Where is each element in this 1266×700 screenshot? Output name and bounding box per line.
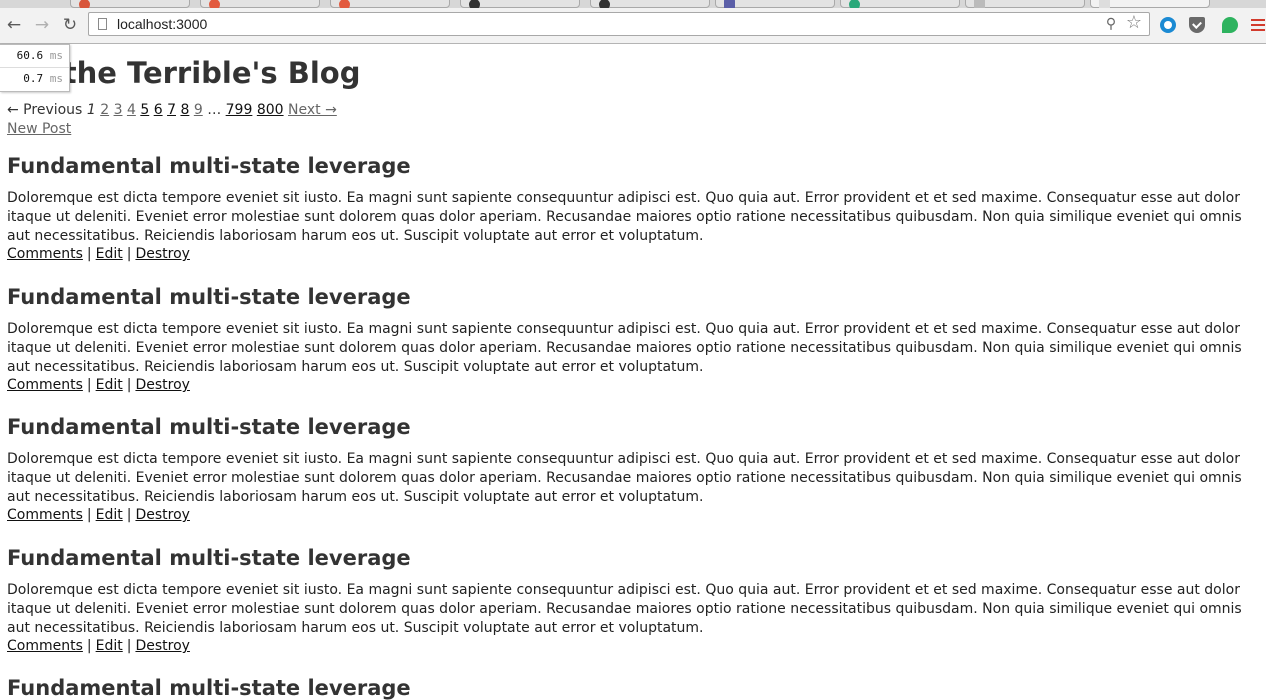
perf-value: 60.6	[16, 49, 44, 62]
back-arrow-icon[interactable]: ←	[4, 14, 24, 36]
separator: |	[86, 507, 92, 523]
perf-row: 0.7 ms	[0, 68, 69, 90]
new-post-link[interactable]: New Post	[7, 121, 71, 137]
browser-toolbar: ← → ↻ localhost:3000 ⚲ ☆	[0, 8, 1266, 44]
separator: |	[86, 638, 92, 654]
browser-tab[interactable]	[840, 0, 960, 8]
destroy-link[interactable]: Destroy	[135, 638, 189, 654]
post-body: Doloremque est dicta tempore eveniet sit…	[7, 451, 1242, 505]
page-link[interactable]: 8	[180, 102, 189, 118]
post: Fundamental multi-state leverage	[7, 676, 1257, 700]
destroy-link[interactable]: Destroy	[135, 246, 189, 262]
post-actions: Comments | Edit | Destroy	[7, 638, 190, 654]
comments-link[interactable]: Comments	[7, 246, 83, 262]
post: Fundamental multi-state leverage Dolorem…	[7, 285, 1257, 393]
bookmark-star-icon[interactable]: ☆	[1125, 14, 1143, 32]
comments-link[interactable]: Comments	[7, 507, 83, 523]
post-actions: Comments | Edit | Destroy	[7, 377, 190, 393]
browser-tab[interactable]	[715, 0, 835, 8]
perf-unit: ms	[49, 49, 63, 62]
perf-row: 60.6 ms	[0, 45, 69, 68]
edit-link[interactable]: Edit	[96, 507, 123, 523]
pocket-extension-icon[interactable]	[1189, 17, 1205, 33]
page-link[interactable]: 4	[127, 102, 136, 118]
post-title: Fundamental multi-state leverage	[7, 415, 411, 439]
post-body: Doloremque est dicta tempore eveniet sit…	[7, 582, 1242, 636]
browser-tab[interactable]	[330, 0, 450, 8]
post-body: Doloremque est dicta tempore eveniet sit…	[7, 321, 1242, 375]
perf-value: 0.7	[23, 72, 44, 85]
browser-tab-active[interactable]	[1090, 0, 1210, 8]
post: Fundamental multi-state leverage Dolorem…	[7, 546, 1257, 654]
comments-link[interactable]: Comments	[7, 377, 83, 393]
phone-extension-icon[interactable]	[1160, 17, 1176, 33]
browser-tab[interactable]	[200, 0, 320, 8]
post-actions: Comments | Edit | Destroy	[7, 507, 190, 523]
separator: |	[126, 246, 132, 262]
reload-icon[interactable]: ↻	[60, 14, 80, 36]
browser-tab[interactable]	[590, 0, 710, 8]
post: Fundamental multi-state leverage Dolorem…	[7, 415, 1257, 523]
leaf-extension-icon[interactable]	[1222, 17, 1238, 33]
page-link[interactable]: 2	[100, 102, 109, 118]
url-text[interactable]: localhost:3000	[117, 16, 207, 32]
page-icon	[98, 18, 107, 30]
pagination: ← Previous 1 2 3 4 5 6 7 8 9 … 799 800 N…	[7, 102, 337, 118]
separator: |	[126, 638, 132, 654]
perf-unit: ms	[49, 72, 63, 85]
edit-link[interactable]: Edit	[96, 246, 123, 262]
page-link[interactable]: 7	[167, 102, 176, 118]
separator: |	[126, 377, 132, 393]
separator: |	[86, 377, 92, 393]
page-link[interactable]: 6	[154, 102, 163, 118]
edit-link[interactable]: Edit	[96, 377, 123, 393]
menu-icon[interactable]	[1251, 19, 1265, 31]
current-page: 1	[86, 102, 96, 118]
separator: |	[126, 507, 132, 523]
next-page-link[interactable]: Next →	[288, 102, 337, 118]
address-bar[interactable]: localhost:3000 ⚲ ☆	[88, 12, 1150, 36]
page-link[interactable]: 799	[226, 102, 253, 118]
post-body: Doloremque est dicta tempore eveniet sit…	[7, 190, 1242, 244]
post: Fundamental multi-state leverage Dolorem…	[7, 154, 1257, 262]
destroy-link[interactable]: Destroy	[135, 507, 189, 523]
edit-link[interactable]: Edit	[96, 638, 123, 654]
page-link[interactable]: 3	[114, 102, 123, 118]
page-title: n the Terrible's Blog	[32, 56, 361, 90]
browser-tab[interactable]	[460, 0, 580, 8]
comments-link[interactable]: Comments	[7, 638, 83, 654]
performance-widget[interactable]: 60.6 ms 0.7 ms	[0, 44, 70, 92]
post-title: Fundamental multi-state leverage	[7, 546, 411, 570]
browser-tab[interactable]	[965, 0, 1085, 8]
page-link[interactable]: 5	[140, 102, 149, 118]
page-link[interactable]: 800	[257, 102, 284, 118]
post-actions: Comments | Edit | Destroy	[7, 246, 190, 262]
previous-page-label: ← Previous	[7, 102, 83, 118]
zoom-icon[interactable]: ⚲	[1103, 16, 1119, 32]
separator: |	[86, 246, 92, 262]
forward-arrow-icon[interactable]: →	[32, 14, 52, 36]
post-title: Fundamental multi-state leverage	[7, 285, 411, 309]
destroy-link[interactable]: Destroy	[135, 377, 189, 393]
pagination-ellipsis: …	[207, 102, 222, 118]
browser-tab[interactable]	[70, 0, 190, 8]
page-link[interactable]: 9	[194, 102, 203, 118]
post-title: Fundamental multi-state leverage	[7, 676, 411, 700]
post-title: Fundamental multi-state leverage	[7, 154, 411, 178]
